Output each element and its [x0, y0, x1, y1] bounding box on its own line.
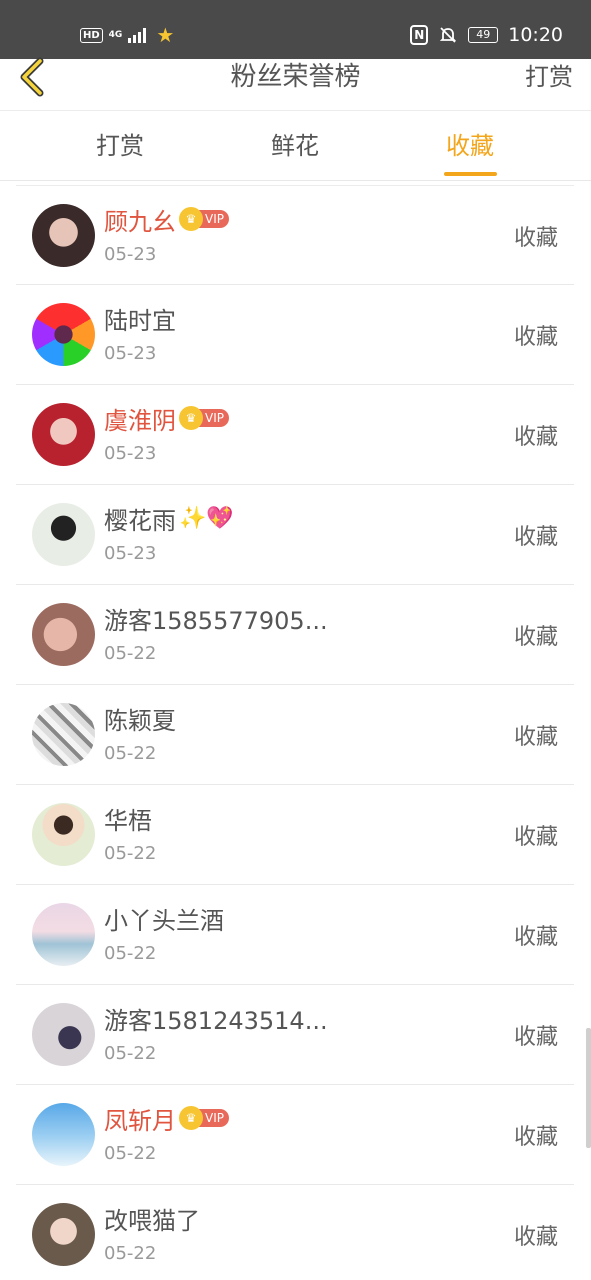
action-label: 收藏 [513, 725, 558, 750]
date: 05-23 [104, 244, 157, 265]
crown-icon: ♛ [179, 207, 203, 231]
name-line: 陆时宜 [104, 301, 176, 335]
user-name: 顾九幺 [104, 207, 176, 236]
avatar [32, 303, 95, 366]
date: 05-22 [104, 1243, 157, 1264]
tab-tip[interactable]: 打赏 [60, 129, 180, 163]
date: 05-23 [104, 443, 157, 464]
list-item[interactable]: 游客1581243514... 05-22 收藏 [16, 985, 574, 1085]
user-name: 陆时宜 [104, 306, 176, 335]
star-icon: ★ [156, 23, 175, 47]
list-item[interactable]: 陈颖夏 05-22 收藏 [16, 685, 574, 785]
name-line: 樱花雨 ✨💖 [104, 501, 234, 535]
user-name: 游客1581243514... [104, 1006, 328, 1035]
sparkle-heart-emoji: ✨💖 [179, 505, 234, 531]
date: 05-23 [104, 343, 157, 364]
tab-flowers[interactable]: 鲜花 [235, 129, 355, 163]
user-name: 虞淮阴 [104, 406, 176, 435]
action-label: 收藏 [513, 226, 558, 251]
battery-indicator: 49 [468, 27, 499, 43]
avatar [32, 1203, 95, 1266]
vip-badge: ♛ VIP [179, 207, 229, 231]
name-line: 游客1585577905... [104, 601, 328, 635]
avatar [32, 403, 95, 466]
list-item[interactable]: 华梧 05-22 收藏 [16, 785, 574, 885]
name-line: 虞淮阴 ♛ VIP [104, 401, 229, 435]
name-line: 游客1581243514... [104, 1001, 328, 1035]
user-name: 樱花雨 [104, 506, 176, 535]
avatar [32, 503, 95, 566]
action-label: 收藏 [513, 1125, 558, 1150]
list-item[interactable]: 小丫头兰酒 05-22 收藏 [16, 885, 574, 985]
date: 05-22 [104, 1043, 157, 1064]
date: 05-22 [104, 1143, 157, 1164]
name-line: 华梧 [104, 801, 152, 835]
scrollbar[interactable] [586, 1028, 591, 1148]
avatar [32, 603, 95, 666]
vip-badge: ♛ VIP [179, 406, 229, 430]
action-label: 收藏 [513, 425, 558, 450]
name-line: 改喂猫了 [104, 1201, 200, 1235]
status-left: HD 4G ★ [80, 25, 174, 45]
name-line: 小丫头兰酒 [104, 901, 224, 935]
avatar [32, 1103, 95, 1166]
list-item[interactable]: 陆时宜 05-23 收藏 [16, 285, 574, 385]
user-name: 游客1585577905... [104, 606, 328, 635]
app-header: 粉丝荣誉榜 打赏 [0, 57, 591, 111]
nfc-icon: N [410, 25, 429, 45]
name-line: 顾九幺 ♛ VIP [104, 202, 229, 236]
date: 05-22 [104, 843, 157, 864]
list-item[interactable]: 游客1585577905... 05-22 收藏 [16, 585, 574, 685]
list-item[interactable]: 顾九幺 ♛ VIP 05-23 收藏 [16, 185, 574, 285]
fan-list: 顾九幺 ♛ VIP 05-23 收藏 陆时宜 05-23 收藏 虞淮阴 ♛ VI… [16, 185, 574, 1280]
user-name: 华梧 [104, 806, 152, 835]
active-tab-indicator [444, 172, 497, 176]
action-label: 收藏 [513, 625, 558, 650]
avatar [32, 803, 95, 866]
mute-bell-icon [438, 25, 458, 45]
network-type: 4G [108, 30, 123, 40]
user-name: 小丫头兰酒 [104, 906, 224, 935]
action-label: 收藏 [513, 1025, 558, 1050]
list-item[interactable]: 虞淮阴 ♛ VIP 05-23 收藏 [16, 385, 574, 485]
crown-icon: ♛ [179, 406, 203, 430]
user-name: 凤斩月 [104, 1106, 176, 1135]
action-label: 收藏 [513, 925, 558, 950]
list-item[interactable]: 改喂猫了 05-22 收藏 [16, 1185, 574, 1280]
page-title: 粉丝荣誉榜 [230, 62, 361, 92]
date: 05-23 [104, 543, 157, 564]
signal-icon [128, 27, 147, 43]
list-item[interactable]: 樱花雨 ✨💖 05-23 收藏 [16, 485, 574, 585]
avatar [32, 703, 95, 766]
user-name: 改喂猫了 [104, 1206, 200, 1235]
avatar [32, 204, 95, 267]
list-item[interactable]: 凤斩月 ♛ VIP 05-22 收藏 [16, 1085, 574, 1185]
avatar [32, 1003, 95, 1066]
action-label: 收藏 [513, 325, 558, 350]
action-label: 收藏 [513, 825, 558, 850]
status-bar: HD 4G ★ N 49 10:20 [0, 0, 591, 59]
date: 05-22 [104, 943, 157, 964]
hd-indicator: HD [80, 27, 103, 43]
date: 05-22 [104, 643, 157, 664]
name-line: 陈颖夏 [104, 701, 176, 735]
user-name: 陈颖夏 [104, 706, 176, 735]
avatar [32, 903, 95, 966]
action-label: 收藏 [513, 525, 558, 550]
tip-button[interactable]: 打赏 [525, 59, 573, 95]
crown-icon: ♛ [179, 1106, 203, 1130]
action-label: 收藏 [513, 1225, 558, 1250]
date: 05-22 [104, 743, 157, 764]
status-right: N 49 10:20 [410, 24, 563, 46]
name-line: 凤斩月 ♛ VIP [104, 1101, 229, 1135]
vip-badge: ♛ VIP [179, 1106, 229, 1130]
tab-bar: 打赏 鲜花 收藏 [0, 111, 591, 181]
clock: 10:20 [508, 24, 563, 46]
tab-favorites[interactable]: 收藏 [410, 129, 530, 163]
